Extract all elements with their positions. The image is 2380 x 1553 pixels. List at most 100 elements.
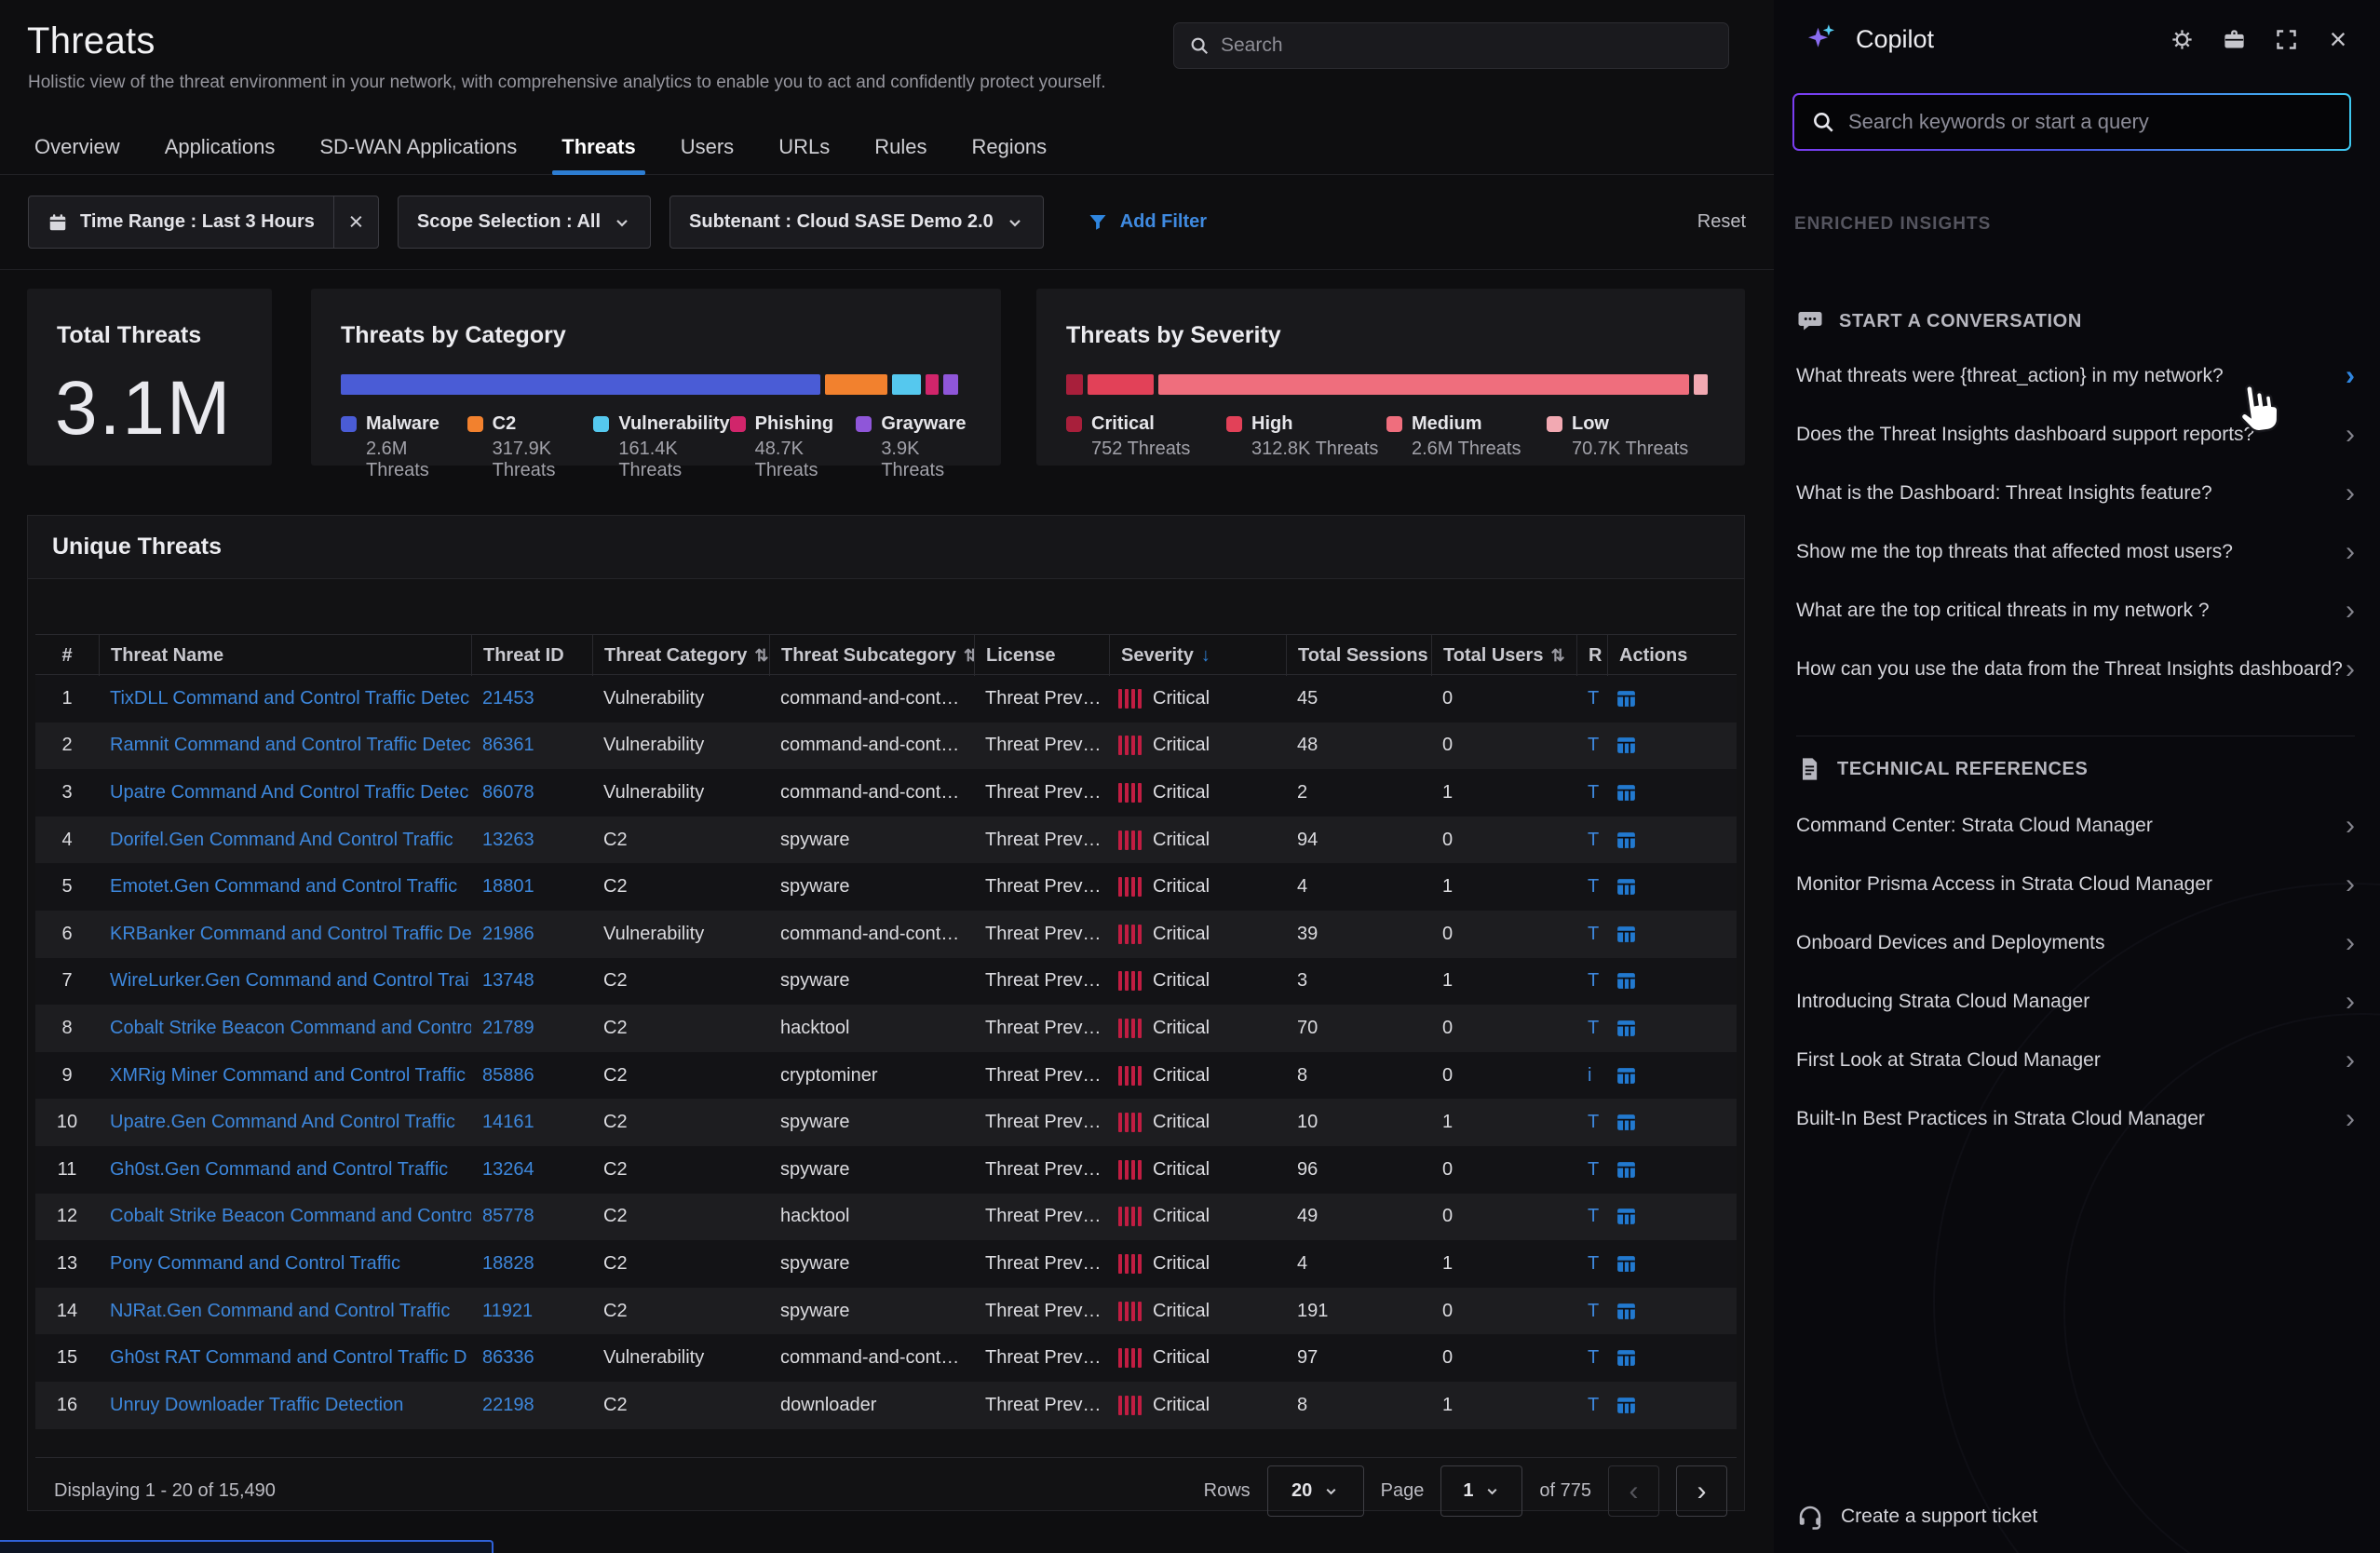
threat-id-link[interactable]: 21789 xyxy=(482,1018,534,1038)
threat-name-link[interactable]: Cobalt Strike Beacon Command and Contro xyxy=(110,1018,471,1038)
r-link[interactable]: T xyxy=(1588,924,1599,944)
threat-name-link[interactable]: Ramnit Command and Control Traffic Detec xyxy=(110,735,471,755)
conversation-item[interactable]: What is the Dashboard: Threat Insights f… xyxy=(1796,464,2355,522)
r-link[interactable]: T xyxy=(1588,688,1599,709)
tab-regions[interactable]: Regions xyxy=(949,119,1069,174)
r-link[interactable]: T xyxy=(1588,1347,1599,1368)
reference-item[interactable]: First Look at Strata Cloud Manager› xyxy=(1796,1031,2355,1089)
table-grid-icon[interactable] xyxy=(1615,1300,1638,1323)
reference-item[interactable]: Command Center: Strata Cloud Manager› xyxy=(1796,796,2355,855)
threat-id-link[interactable]: 13264 xyxy=(482,1159,534,1180)
table-row[interactable]: 8Cobalt Strike Beacon Command and Contro… xyxy=(35,1005,1737,1052)
table-grid-icon[interactable] xyxy=(1615,1064,1638,1087)
table-row[interactable]: 15Gh0st RAT Command and Control Traffic … xyxy=(35,1334,1737,1382)
table-grid-icon[interactable] xyxy=(1615,1017,1638,1040)
threat-name-link[interactable]: Emotet.Gen Command and Control Traffic xyxy=(110,876,457,897)
r-link[interactable]: T xyxy=(1588,1018,1599,1038)
filter-chip-subtenant[interactable]: Subtenant : Cloud SASE Demo 2.0 xyxy=(669,196,1044,249)
table-grid-icon[interactable] xyxy=(1615,923,1638,946)
briefcase-icon[interactable] xyxy=(2220,25,2248,53)
table-row[interactable]: 12Cobalt Strike Beacon Command and Contr… xyxy=(35,1194,1737,1241)
table-row[interactable]: 2Ramnit Command and Control Traffic Dete… xyxy=(35,722,1737,770)
tab-threats[interactable]: Threats xyxy=(539,119,657,174)
reset-button[interactable]: Reset xyxy=(1697,211,1746,233)
r-link[interactable]: T xyxy=(1588,1301,1599,1321)
threat-name-link[interactable]: NJRat.Gen Command and Control Traffic xyxy=(110,1301,450,1321)
r-link[interactable]: T xyxy=(1588,782,1599,803)
column-header-severity[interactable]: Severity↓ xyxy=(1109,635,1286,676)
table-row[interactable]: 13Pony Command and Control Traffic18828C… xyxy=(35,1240,1737,1288)
threat-name-link[interactable]: Upatre.Gen Command And Control Traffic xyxy=(110,1112,455,1132)
table-row[interactable]: 16Unruy Downloader Traffic Detection2219… xyxy=(35,1382,1737,1429)
conversation-item[interactable]: What threats were {threat_action} in my … xyxy=(1796,346,2355,405)
reference-item[interactable]: Onboard Devices and Deployments› xyxy=(1796,913,2355,972)
reference-item[interactable]: Introducing Strata Cloud Manager› xyxy=(1796,972,2355,1031)
table-grid-icon[interactable] xyxy=(1615,1205,1638,1228)
threat-name-link[interactable]: Upatre Command And Control Traffic Detec xyxy=(110,782,468,803)
table-grid-icon[interactable] xyxy=(1615,1111,1638,1134)
global-search[interactable] xyxy=(1173,22,1729,69)
table-row[interactable]: 7WireLurker.Gen Command and Control Trai… xyxy=(35,958,1737,1006)
table-row[interactable]: 6KRBanker Command and Control Traffic De… xyxy=(35,911,1737,958)
tab-rules[interactable]: Rules xyxy=(852,119,949,174)
threat-id-link[interactable]: 14161 xyxy=(482,1112,534,1132)
r-link[interactable]: T xyxy=(1588,1395,1599,1415)
tab-sd-wan-applications[interactable]: SD-WAN Applications xyxy=(297,119,539,174)
filter-chip-time-range[interactable]: Time Range : Last 3 Hours × xyxy=(28,196,379,249)
table-grid-icon[interactable] xyxy=(1615,781,1638,804)
r-link[interactable]: T xyxy=(1588,1253,1599,1274)
column-header-threat-category[interactable]: Threat Category⇅ xyxy=(592,635,769,676)
threat-id-link[interactable]: 86336 xyxy=(482,1347,534,1368)
close-icon[interactable]: × xyxy=(333,196,378,248)
tab-applications[interactable]: Applications xyxy=(142,119,298,174)
expand-icon[interactable] xyxy=(2272,25,2300,53)
table-row[interactable]: 14NJRat.Gen Command and Control Traffic1… xyxy=(35,1288,1737,1335)
threat-name-link[interactable]: Pony Command and Control Traffic xyxy=(110,1253,400,1274)
table-grid-icon[interactable] xyxy=(1615,1346,1638,1370)
table-row[interactable]: 3Upatre Command And Control Traffic Dete… xyxy=(35,769,1737,817)
table-row[interactable]: 10Upatre.Gen Command And Control Traffic… xyxy=(35,1099,1737,1146)
table-row[interactable]: 9XMRig Miner Command and Control Traffic… xyxy=(35,1052,1737,1100)
table-row[interactable]: 4Dorifel.Gen Command And Control Traffic… xyxy=(35,817,1737,864)
threat-id-link[interactable]: 22198 xyxy=(482,1395,534,1415)
threat-id-link[interactable]: 85886 xyxy=(482,1065,534,1086)
threat-id-link[interactable]: 18828 xyxy=(482,1253,534,1274)
threat-name-link[interactable]: Cobalt Strike Beacon Command and Contro xyxy=(110,1206,471,1226)
table-grid-icon[interactable] xyxy=(1615,875,1638,898)
r-link[interactable]: T xyxy=(1588,1112,1599,1132)
threat-name-link[interactable]: Unruy Downloader Traffic Detection xyxy=(110,1395,403,1415)
copilot-search[interactable] xyxy=(1792,93,2351,151)
table-grid-icon[interactable] xyxy=(1615,969,1638,993)
table-grid-icon[interactable] xyxy=(1615,1158,1638,1182)
table-grid-icon[interactable] xyxy=(1615,1394,1638,1417)
table-row[interactable]: 5Emotet.Gen Command and Control Traffic1… xyxy=(35,863,1737,911)
column-header-threat-subcategory[interactable]: Threat Subcategory⇅ xyxy=(769,635,974,676)
search-input[interactable] xyxy=(1221,34,1713,57)
threat-id-link[interactable]: 11921 xyxy=(482,1301,533,1321)
table-row[interactable]: 1TixDLL Command and Control Traffic Dete… xyxy=(35,675,1737,722)
r-link[interactable]: T xyxy=(1588,735,1599,755)
threat-id-link[interactable]: 13263 xyxy=(482,830,534,850)
add-filter-button[interactable]: Add Filter xyxy=(1087,211,1207,234)
threat-id-link[interactable]: 21986 xyxy=(482,924,534,944)
next-page-button[interactable]: › xyxy=(1676,1465,1727,1517)
create-support-ticket[interactable]: Create a support ticket xyxy=(1796,1503,2355,1531)
table-grid-icon[interactable] xyxy=(1615,829,1638,852)
conversation-item[interactable]: Show me the top threats that affected mo… xyxy=(1796,522,2355,581)
threat-name-link[interactable]: WireLurker.Gen Command and Control Trai xyxy=(110,970,469,991)
table-grid-icon[interactable] xyxy=(1615,734,1638,757)
threat-id-link[interactable]: 13748 xyxy=(482,970,534,991)
threat-name-link[interactable]: Gh0st.Gen Command and Control Traffic xyxy=(110,1159,448,1180)
tab-urls[interactable]: URLs xyxy=(756,119,852,174)
conversation-item[interactable]: What are the top critical threats in my … xyxy=(1796,581,2355,640)
threat-id-link[interactable]: 86361 xyxy=(482,735,534,755)
tab-users[interactable]: Users xyxy=(658,119,756,174)
conversation-item[interactable]: How can you use the data from the Threat… xyxy=(1796,640,2355,698)
threat-name-link[interactable]: KRBanker Command and Control Traffic De xyxy=(110,924,471,944)
threat-id-link[interactable]: 18801 xyxy=(482,876,534,897)
threat-name-link[interactable]: Dorifel.Gen Command And Control Traffic xyxy=(110,830,453,850)
threat-id-link[interactable]: 85778 xyxy=(482,1206,534,1226)
threat-id-link[interactable]: 21453 xyxy=(482,688,534,709)
threat-name-link[interactable]: TixDLL Command and Control Traffic Detec xyxy=(110,688,469,709)
reference-item[interactable]: Built-In Best Practices in Strata Cloud … xyxy=(1796,1089,2355,1148)
